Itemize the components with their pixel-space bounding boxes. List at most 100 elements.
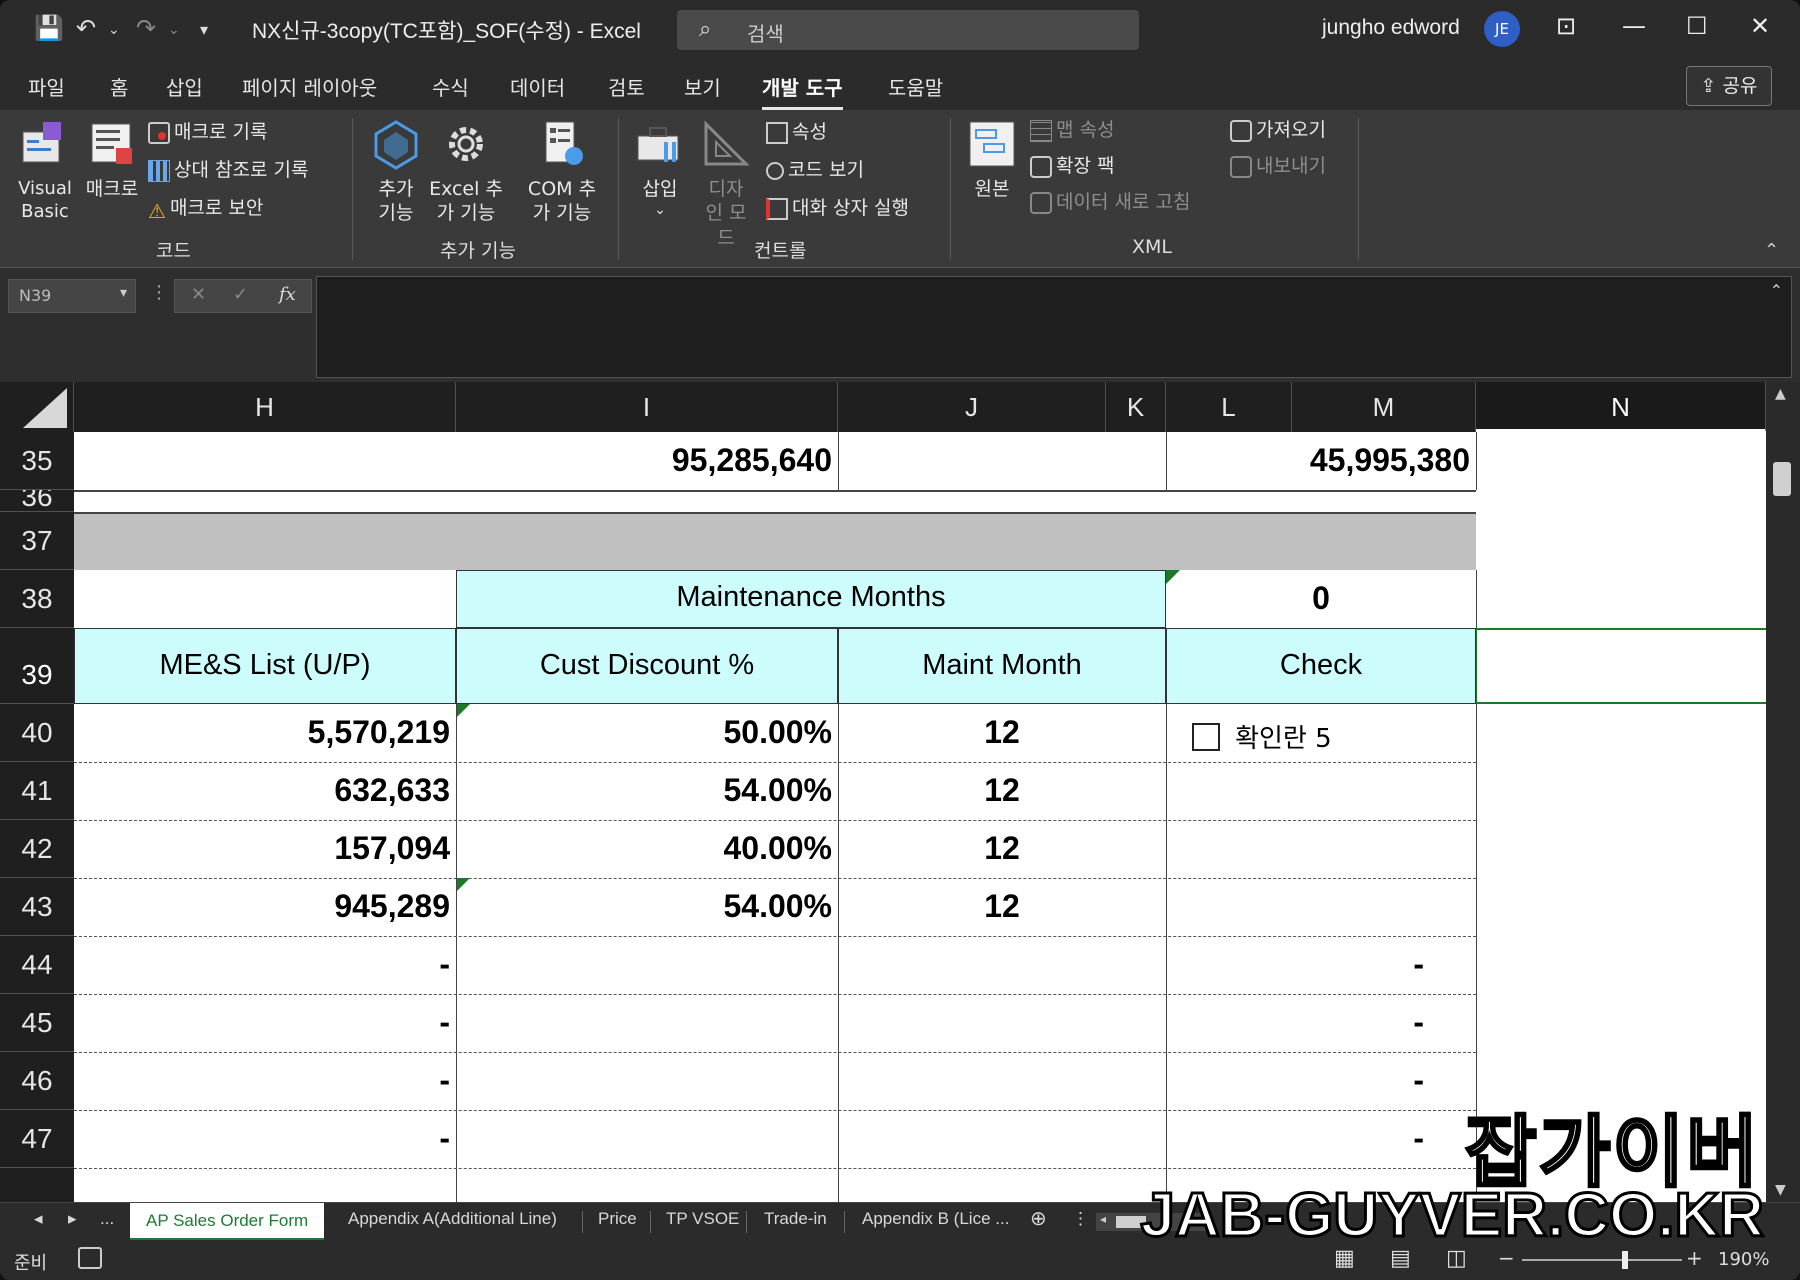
scroll-thumb[interactable] xyxy=(1773,462,1791,496)
properties-button[interactable]: 속성 xyxy=(766,120,827,145)
header-cust-discount[interactable]: Cust Discount % xyxy=(456,628,838,704)
close-icon[interactable]: ✕ xyxy=(1750,12,1770,40)
cell-m-row-46[interactable]: - xyxy=(1166,1062,1476,1099)
cell-mes-row-44[interactable]: - xyxy=(74,946,456,983)
add-sheet-icon[interactable]: ⊕ xyxy=(1030,1206,1047,1231)
save-icon[interactable]: 💾 xyxy=(34,14,64,42)
row-header-40[interactable]: 40 xyxy=(0,704,74,762)
cell-discount-row-43[interactable]: 54.00% xyxy=(456,888,838,925)
cell-m-row-44[interactable]: - xyxy=(1166,946,1476,983)
select-all-corner[interactable] xyxy=(0,382,74,432)
cell-i35[interactable]: 95,285,640 xyxy=(456,442,838,479)
header-check[interactable]: Check xyxy=(1166,628,1476,704)
tab-insert[interactable]: 삽입 xyxy=(166,72,203,101)
scroll-left-icon[interactable]: ◂ xyxy=(1100,1212,1106,1226)
cell-mes-row-42[interactable]: 157,094 xyxy=(74,830,456,867)
cell-discount-row-41[interactable]: 54.00% xyxy=(456,772,838,809)
cell-discount-row-40[interactable]: 50.00% xyxy=(456,714,838,751)
design-mode-button[interactable]: 디자인 모드 xyxy=(694,118,758,251)
sheet-tab-appendix-a[interactable]: Appendix A(Additional Line) xyxy=(348,1209,557,1229)
avatar[interactable]: JE xyxy=(1484,11,1520,47)
tab-page-layout[interactable]: 페이지 레이아웃 xyxy=(242,72,377,101)
scroll-down-icon[interactable]: ▼ xyxy=(1775,1182,1786,1198)
tab-file[interactable]: 파일 xyxy=(28,72,65,101)
enter-icon[interactable]: ✓ xyxy=(233,284,248,305)
column-header-j[interactable]: J xyxy=(838,382,1106,432)
search-box[interactable]: ⌕ 검색 xyxy=(677,10,1139,50)
column-header-h[interactable]: H xyxy=(74,382,456,432)
expansion-packs-button[interactable]: 확장 팩 xyxy=(1030,154,1114,179)
cell-mes-row-41[interactable]: 632,633 xyxy=(74,772,456,809)
sheet-tab-appendix-b[interactable]: Appendix B (Lice ... xyxy=(862,1209,1009,1229)
sheet-tab-tp-vsoe[interactable]: TP VSOE xyxy=(666,1209,739,1229)
customize-qat-icon[interactable]: ▾ xyxy=(200,20,208,39)
row-header-44[interactable]: 44 xyxy=(0,936,74,994)
row-header-35[interactable]: 35 xyxy=(0,432,74,490)
relative-reference-button[interactable]: 상대 참조로 기록 xyxy=(148,158,308,183)
cell-m-row-47[interactable]: - xyxy=(1166,1120,1476,1157)
tab-help[interactable]: 도움말 xyxy=(888,72,943,101)
more-icon[interactable]: ⋮ xyxy=(150,282,168,303)
column-header-l[interactable]: L xyxy=(1166,382,1292,432)
checkbox-square[interactable] xyxy=(1192,722,1220,751)
redo-icon[interactable]: ↷ xyxy=(136,14,156,42)
map-properties-button[interactable]: 맵 속성 xyxy=(1030,118,1114,143)
zoom-level[interactable]: 190% xyxy=(1718,1249,1769,1270)
macro-record-status-icon[interactable] xyxy=(78,1247,102,1269)
scroll-up-icon[interactable]: ▲ xyxy=(1775,386,1786,402)
xml-source-button[interactable]: 원본 xyxy=(964,118,1020,201)
tab-data[interactable]: 데이터 xyxy=(510,72,565,101)
minimize-icon[interactable]: — xyxy=(1622,12,1646,40)
row-header-36[interactable]: 36 xyxy=(0,490,74,512)
column-header-m[interactable]: M xyxy=(1292,382,1476,432)
cell-maint-row-41[interactable]: 12 xyxy=(838,772,1166,809)
insert-function-icon[interactable]: fx xyxy=(279,284,296,305)
prev-sheet-icon[interactable]: ◂ xyxy=(34,1209,43,1229)
row-header-37[interactable]: 37 xyxy=(0,512,74,570)
redo-dropdown-icon[interactable]: ⌄ xyxy=(168,22,180,38)
zoom-slider[interactable] xyxy=(1522,1251,1682,1269)
import-button[interactable]: 가져오기 xyxy=(1230,118,1326,143)
ribbon-display-icon[interactable]: ⊡ xyxy=(1556,12,1576,40)
maximize-icon[interactable]: ☐ xyxy=(1686,12,1708,40)
selected-cell-n39[interactable] xyxy=(1476,628,1766,704)
row-header-46[interactable]: 46 xyxy=(0,1052,74,1110)
cell-maintenance-months-value[interactable]: 0 xyxy=(1166,580,1476,617)
cell-maint-row-42[interactable]: 12 xyxy=(838,830,1166,867)
tab-view[interactable]: 보기 xyxy=(684,72,721,101)
sheet-tab-trade-in[interactable]: Trade-in xyxy=(764,1209,827,1229)
cell-maint-row-40[interactable]: 12 xyxy=(838,714,1166,751)
view-code-button[interactable]: 코드 보기 xyxy=(766,158,864,183)
undo-icon[interactable]: ↶ xyxy=(76,14,96,42)
user-name[interactable]: jungho edword xyxy=(1322,16,1460,40)
collapse-formula-icon[interactable]: ⌃ xyxy=(1770,281,1783,300)
checkbox-5[interactable]: 확인란 5 xyxy=(1192,718,1332,754)
cell-mes-row-47[interactable]: - xyxy=(74,1120,456,1157)
header-maint-month[interactable]: Maint Month xyxy=(838,628,1166,704)
tab-review[interactable]: 검토 xyxy=(608,72,645,101)
macros-button[interactable]: 매크로 xyxy=(80,118,144,201)
collapse-ribbon-icon[interactable]: ⌃ xyxy=(1764,240,1779,261)
cancel-icon[interactable]: ✕ xyxy=(191,284,206,305)
name-box[interactable]: N39 ▾ xyxy=(8,279,136,313)
row-header-47[interactable]: 47 xyxy=(0,1110,74,1168)
row-header-41[interactable]: 41 xyxy=(0,762,74,820)
cell-maint-row-43[interactable]: 12 xyxy=(838,888,1166,925)
cell-mes-row-45[interactable]: - xyxy=(74,1004,456,1041)
addins-button[interactable]: 추가 기능 xyxy=(366,118,426,226)
cell-mes-row-43[interactable]: 945,289 xyxy=(74,888,456,925)
tab-formulas[interactable]: 수식 xyxy=(432,72,469,101)
next-sheet-icon[interactable]: ▸ xyxy=(68,1209,77,1229)
more-icon[interactable]: ⋮ xyxy=(1072,1209,1089,1229)
run-dialog-button[interactable]: 대화 상자 실행 xyxy=(766,196,909,221)
column-header-i[interactable]: I xyxy=(456,382,838,432)
row-header-45[interactable]: 45 xyxy=(0,994,74,1052)
formula-input[interactable]: ⌃ xyxy=(316,276,1792,378)
visual-basic-button[interactable]: Visual Basic xyxy=(12,118,78,223)
sheet-tab-price[interactable]: Price xyxy=(598,1209,637,1229)
export-button[interactable]: 내보내기 xyxy=(1230,154,1326,179)
cell-maintenance-months-label[interactable]: Maintenance Months xyxy=(456,570,1166,628)
undo-dropdown-icon[interactable]: ⌄ xyxy=(108,22,120,38)
cell-m35[interactable]: 45,995,380 xyxy=(1166,442,1476,479)
column-header-n[interactable]: N xyxy=(1476,382,1766,432)
